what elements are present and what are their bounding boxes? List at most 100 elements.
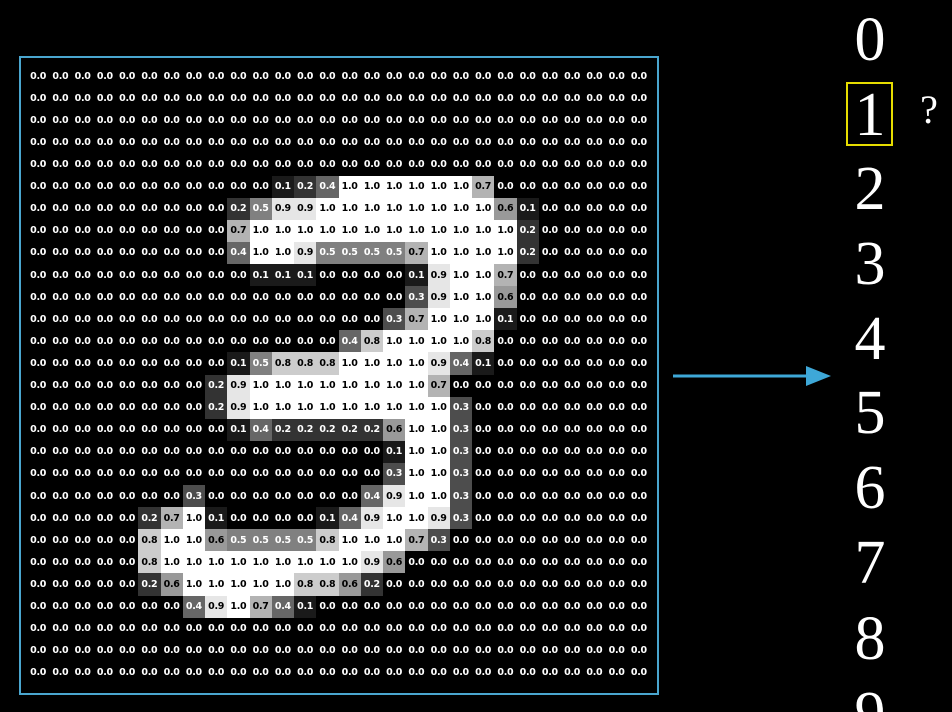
pixel-value-cell: 0.3	[449, 418, 472, 441]
pixel-value-cell: 0.0	[360, 131, 383, 154]
pixel-value-cell: 0.0	[93, 263, 116, 287]
pixel-value-cell: 0.0	[71, 219, 94, 242]
pixel-value-cell: 0.0	[494, 87, 517, 110]
pixel-value-cell: 1.0	[427, 440, 450, 463]
pixel-value-cell: 0.0	[605, 374, 628, 397]
pixel-value-cell: 1.0	[205, 551, 228, 574]
pixel-value-cell: 0.0	[538, 507, 561, 530]
pixel-value-cell: 0.0	[49, 197, 72, 220]
pixel-value-cell: 0.0	[49, 462, 72, 486]
pixel-value-cell: 0.0	[449, 65, 472, 88]
pixel-value-cell: 0.0	[605, 595, 628, 618]
pixel-value-cell: 0.0	[561, 197, 584, 220]
pixel-value-cell: 0.0	[160, 374, 183, 397]
pixel-value-cell: 0.0	[449, 661, 472, 684]
pixel-value-cell: 0.0	[27, 639, 50, 662]
pixel-value-cell: 0.0	[472, 396, 495, 419]
pixel-value-cell: 0.0	[383, 109, 406, 132]
pixel-value-cell: 0.0	[71, 65, 94, 88]
pixel-value-cell: 0.0	[249, 131, 272, 154]
pixel-value-cell: 0.9	[294, 241, 317, 264]
pixel-value-cell: 0.0	[472, 65, 495, 88]
pixel-value-cell: 0.0	[405, 87, 428, 110]
pixel-value-cell: 0.0	[516, 352, 539, 375]
pixel-value-cell: 0.0	[360, 153, 383, 176]
pixel-value-cell: 0.0	[627, 374, 650, 397]
pixel-value-cell: 0.0	[583, 219, 606, 242]
pixel-value-cell: 1.0	[472, 308, 495, 331]
pixel-value-cell: 0.0	[27, 352, 50, 375]
pixel-value-cell: 0.0	[449, 87, 472, 110]
pixel-value-cell: 1.0	[449, 263, 472, 287]
pixel-value-cell: 0.0	[205, 153, 228, 176]
pixel-value-cell: 0.0	[49, 87, 72, 110]
pixel-value-cell: 0.0	[71, 396, 94, 419]
pixel-value-cell: 1.0	[405, 175, 428, 198]
pixel-value-cell: 0.0	[49, 617, 72, 640]
pixel-value-cell: 0.0	[116, 639, 139, 662]
pixel-value-cell: 0.0	[605, 219, 628, 242]
pixel-value-cell: 0.0	[93, 197, 116, 220]
pixel-value-cell: 0.0	[71, 197, 94, 220]
pixel-value-cell: 0.0	[316, 308, 339, 331]
pixel-value-cell: 0.5	[249, 529, 272, 552]
pixel-value-cell: 0.0	[27, 241, 50, 264]
pixel-value-cell: 0.0	[27, 197, 50, 220]
pixel-value-cell: 0.0	[605, 573, 628, 596]
pixel-value-cell: 0.0	[205, 87, 228, 110]
pixel-value-cell: 0.0	[138, 485, 161, 508]
pixel-value-cell: 0.0	[49, 330, 72, 353]
pixel-value-cell: 0.0	[516, 374, 539, 397]
pixel-value-cell: 0.0	[383, 65, 406, 88]
pixel-value-cell: 0.1	[472, 352, 495, 375]
pixel-value-cell: 0.0	[561, 308, 584, 331]
pixel-value-cell: 0.0	[138, 219, 161, 242]
pixel-value-cell: 0.0	[71, 440, 94, 463]
pixel-value-cell: 1.0	[182, 551, 205, 574]
pixel-value-cell: 0.0	[494, 485, 517, 508]
pixel-value-cell: 0.0	[605, 308, 628, 331]
pixel-value-cell: 0.0	[49, 595, 72, 618]
pixel-value-cell: 0.0	[627, 197, 650, 220]
pixel-value-cell: 1.0	[383, 197, 406, 220]
pixel-value-cell: 0.0	[160, 131, 183, 154]
pixel-value-cell: 0.0	[160, 197, 183, 220]
pixel-value-cell: 0.0	[271, 440, 294, 463]
pixel-value-cell: 0.0	[627, 595, 650, 618]
pixel-value-cell: 1.0	[338, 219, 361, 242]
pixel-value-cell: 0.0	[182, 175, 205, 198]
pixel-value-cell: 0.0	[182, 87, 205, 110]
pixel-value-cell: 0.0	[472, 529, 495, 552]
pixel-value-cell: 0.0	[516, 595, 539, 618]
pixel-value-cell: 0.0	[561, 65, 584, 88]
pixel-value-cell: 0.6	[383, 551, 406, 574]
pixel-value-cell: 0.0	[93, 308, 116, 331]
pixel-value-cell: 0.0	[516, 639, 539, 662]
pixel-value-cell: 0.0	[383, 617, 406, 640]
pixel-value-cell: 1.0	[449, 241, 472, 264]
pixel-value-cell: 0.0	[205, 418, 228, 441]
pixel-value-cell: 0.0	[472, 551, 495, 574]
pixel-value-cell: 0.0	[249, 330, 272, 353]
pixel-value-cell: 1.0	[360, 352, 383, 375]
pixel-value-cell: 0.0	[583, 529, 606, 552]
pixel-value-cell: 1.0	[427, 308, 450, 331]
pixel-value-cell: 0.0	[71, 175, 94, 198]
pixel-value-cell: 0.0	[538, 263, 561, 287]
pixel-value-cell: 1.0	[271, 219, 294, 242]
pixel-value-cell: 0.0	[472, 617, 495, 640]
pixel-value-cell: 0.0	[116, 219, 139, 242]
pixel-value-cell: 0.4	[182, 595, 205, 618]
pixel-value-cell: 0.0	[427, 639, 450, 662]
pixel-value-cell: 1.0	[472, 286, 495, 309]
pixel-value-cell: 0.0	[538, 286, 561, 309]
pixel-value-cell: 0.9	[383, 485, 406, 508]
pixel-value-cell: 0.0	[27, 595, 50, 618]
pixel-value-cell: 0.0	[71, 263, 94, 287]
pixel-value-cell: 0.0	[538, 462, 561, 486]
pixel-value-cell: 0.0	[360, 109, 383, 132]
pixel-value-cell: 0.4	[249, 418, 272, 441]
pixel-value-cell: 1.0	[383, 330, 406, 353]
pixel-value-cell: 1.0	[383, 374, 406, 397]
pixel-value-cell: 0.0	[27, 573, 50, 596]
